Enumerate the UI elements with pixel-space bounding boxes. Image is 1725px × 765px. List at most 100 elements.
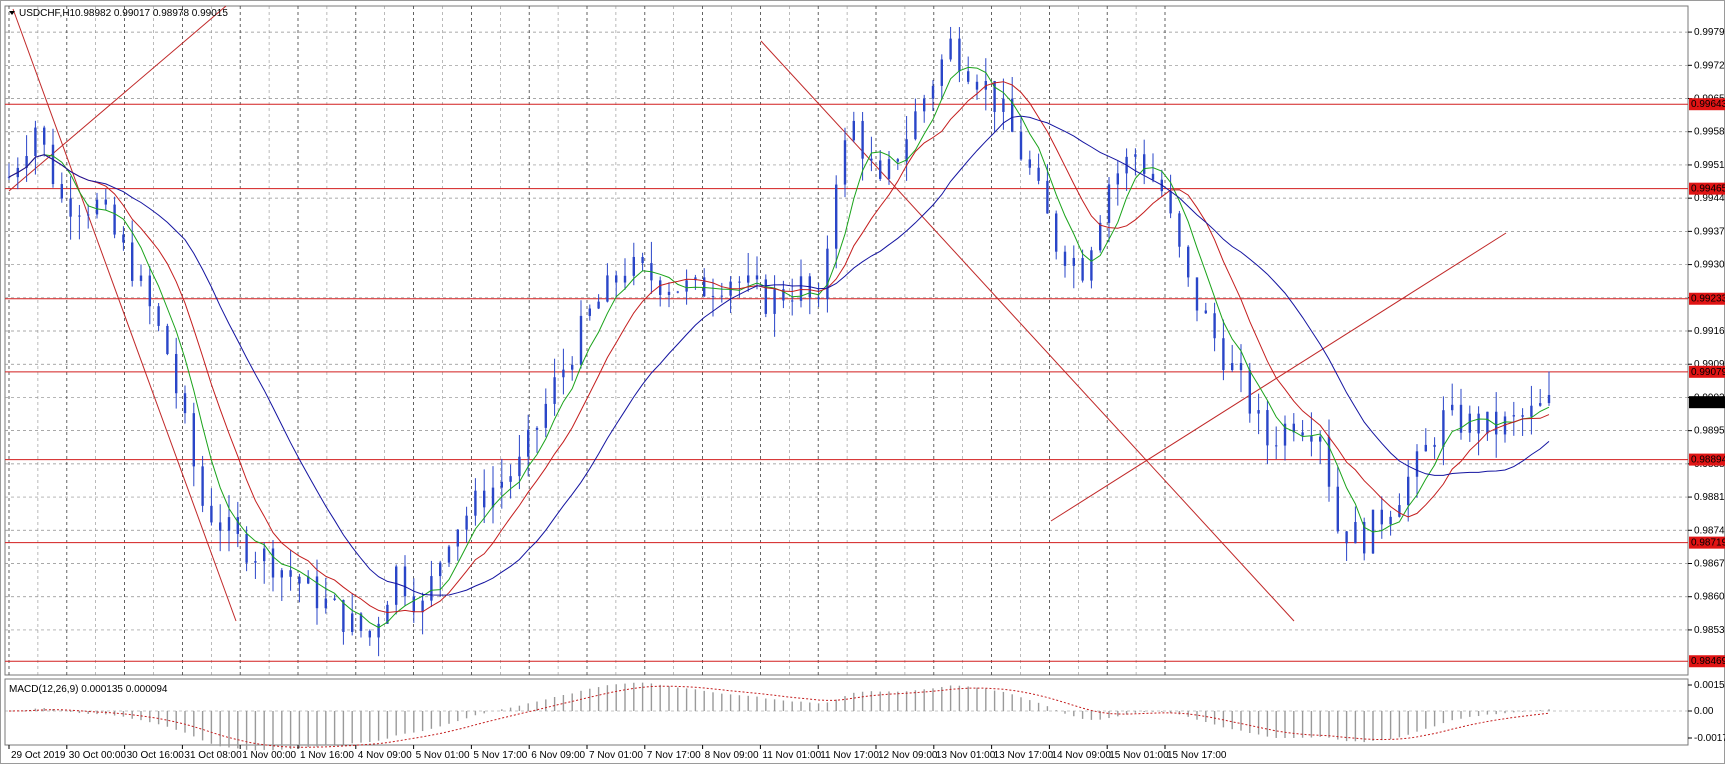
candle-body: [764, 279, 767, 314]
candle-body: [183, 393, 187, 414]
candle-body: [588, 308, 591, 316]
price-tick-label: 0.99515: [1694, 160, 1725, 171]
candle-body: [148, 275, 151, 307]
price-chart[interactable]: 0.997950.997250.996550.995850.995150.994…: [1, 1, 1725, 765]
candle-body: [1072, 257, 1075, 266]
price-tick-label: 0.99305: [1694, 260, 1725, 271]
candle-body: [1327, 436, 1331, 487]
candle-body: [1275, 445, 1278, 447]
candle-body: [1002, 98, 1005, 112]
candle-body: [201, 466, 204, 506]
candle-body: [958, 38, 961, 72]
time-tick-label: 7 Nov 01:00: [589, 750, 643, 761]
candle-body: [34, 127, 37, 157]
candle-body: [412, 596, 415, 613]
candle-body: [879, 160, 882, 179]
candle-body: [1477, 413, 1480, 434]
time-tick-label: 4 Nov 09:00: [358, 750, 412, 761]
candle-body: [518, 456, 521, 477]
candle-body: [1415, 451, 1419, 477]
candle-body: [914, 111, 917, 140]
candle-body: [1239, 363, 1243, 371]
candle-body: [483, 490, 486, 508]
macd-area[interactable]: [4, 678, 1689, 746]
time-tick-label: 30 Oct 00:00: [69, 750, 127, 761]
candle-body: [597, 301, 600, 309]
candle-body: [1521, 415, 1524, 417]
level-price-label: 0.98469: [1691, 656, 1725, 667]
price-tick-label: 0.99725: [1694, 60, 1725, 71]
candle-body: [500, 481, 503, 488]
candle-body: [923, 98, 926, 112]
price-area[interactable]: [4, 5, 1689, 676]
candle-body: [351, 613, 354, 632]
price-tick-label: 0.99375: [1694, 226, 1725, 237]
candle-body: [271, 548, 275, 578]
candle-body: [553, 377, 556, 404]
candle-body: [157, 306, 160, 326]
candle-body: [333, 598, 336, 600]
candle-body: [95, 199, 99, 215]
candle-body: [747, 275, 750, 283]
candle-body: [1231, 363, 1234, 370]
macd-tick-label: 0.00154: [1694, 680, 1725, 691]
candle-body: [949, 38, 952, 60]
candle-body: [87, 214, 90, 216]
candle-body: [131, 242, 134, 281]
candle-body: [1213, 313, 1216, 339]
time-tick-label: 8 Nov 09:00: [705, 750, 759, 761]
candle-body: [69, 198, 72, 217]
time-tick-label: 15 Nov 17:00: [1167, 750, 1227, 761]
candle-body: [1512, 415, 1515, 417]
price-tick-label: 0.98535: [1694, 625, 1725, 636]
candle-body: [175, 354, 178, 394]
price-tick-label: 0.98605: [1694, 592, 1725, 603]
price-tick-label: 0.99795: [1694, 27, 1725, 38]
candle-body: [1257, 410, 1260, 414]
candle-body: [1547, 395, 1551, 404]
symbol-label: USDCHF,H1: [19, 8, 76, 19]
candle-body: [60, 184, 63, 199]
candle-body: [263, 548, 266, 562]
price-tick-label: 0.99165: [1694, 326, 1725, 337]
price-tick-label: 0.99585: [1694, 127, 1725, 138]
candle-body: [377, 623, 380, 638]
candle-body: [1354, 521, 1357, 544]
time-tick-label: 14 Nov 09:00: [1051, 750, 1111, 761]
candle-body: [1178, 213, 1181, 247]
candle-body: [720, 295, 723, 297]
candle-body: [78, 215, 81, 217]
time-tick-label: 31 Oct 08:00: [184, 750, 242, 761]
candle-body: [1134, 154, 1137, 157]
candle-body: [861, 120, 864, 159]
candle-body: [606, 275, 609, 302]
candle-body: [219, 522, 222, 531]
macd-tick-label: 0.00: [1694, 706, 1714, 717]
candle-body: [421, 600, 424, 613]
candle-body: [280, 570, 283, 578]
candle-body: [1055, 213, 1058, 252]
price-tick-label: 0.98815: [1694, 492, 1725, 503]
candle-body: [1151, 173, 1155, 180]
candle-body: [615, 275, 618, 283]
candle-body: [940, 59, 943, 86]
candle-body: [711, 295, 715, 297]
candle-body: [799, 276, 803, 301]
candle-body: [403, 566, 407, 597]
time-axis: 29 Oct 2019 30 Oct 00:00 30 Oct 16:00 31 Oc…: [8, 745, 1227, 761]
candle-body: [368, 630, 371, 638]
candle-body: [1530, 405, 1533, 417]
time-tick-label: 15 Nov 01:00: [1109, 750, 1169, 761]
candle-body: [1336, 486, 1339, 532]
candle-body: [227, 517, 231, 531]
candle-body: [254, 561, 257, 563]
candle-body: [967, 71, 970, 82]
time-tick-label: 11 Nov 01:00: [762, 750, 821, 761]
level-price-label: 0.99643: [1691, 99, 1725, 110]
price-tick-label: 0.98675: [1694, 559, 1725, 570]
candle-body: [896, 159, 899, 162]
candle-body: [1107, 184, 1111, 223]
candle-body: [667, 291, 671, 295]
candle-body: [1037, 167, 1040, 181]
candle-body: [1019, 131, 1023, 160]
